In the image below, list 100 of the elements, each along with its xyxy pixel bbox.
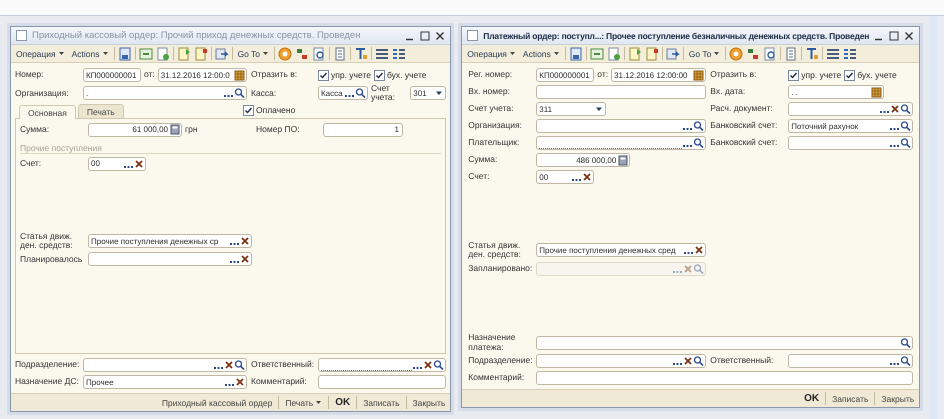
search-icon[interactable] xyxy=(433,359,444,371)
amount-field[interactable]: 486 000,00 xyxy=(536,153,630,167)
search-icon[interactable] xyxy=(234,359,245,371)
toolbar-icon[interactable] xyxy=(375,46,390,60)
toolbar-icon[interactable] xyxy=(194,46,208,60)
text-field[interactable] xyxy=(88,252,252,266)
calculator-icon[interactable] xyxy=(170,124,180,136)
text-field[interactable] xyxy=(536,85,706,99)
date-field[interactable]: 31.12.2016 12:00:00 xyxy=(611,68,706,82)
search-icon[interactable] xyxy=(900,103,912,115)
text-field[interactable] xyxy=(788,354,914,368)
search-icon[interactable] xyxy=(693,120,704,132)
search-icon[interactable] xyxy=(900,137,912,149)
search-icon[interactable] xyxy=(900,120,912,132)
tab[interactable]: Печать xyxy=(78,104,124,118)
text-field[interactable] xyxy=(318,358,446,372)
footer-button[interactable]: Закрыть xyxy=(412,396,446,408)
menu-button[interactable]: Actions xyxy=(70,48,110,60)
toolbar-icon[interactable] xyxy=(784,46,798,60)
text-field[interactable] xyxy=(536,336,914,350)
maximize-icon[interactable] xyxy=(889,30,900,40)
calendar-icon[interactable] xyxy=(871,86,882,98)
calculator-icon[interactable] xyxy=(618,154,628,166)
text-field[interactable]: КП000000001 xyxy=(536,68,594,82)
date-field[interactable]: 31.12.2016 12:00:0 xyxy=(158,68,247,82)
text-field[interactable] xyxy=(536,119,706,133)
toolbar-icon[interactable] xyxy=(606,46,621,60)
checkbox[interactable]: Оплачено xyxy=(243,104,296,116)
text-field[interactable] xyxy=(788,102,914,116)
toolbar-icon[interactable] xyxy=(295,46,310,60)
footer-button[interactable]: Записать xyxy=(362,396,401,408)
toolbar-icon[interactable] xyxy=(392,46,406,60)
search-icon[interactable] xyxy=(900,336,912,349)
text-field[interactable]: Касса xyxy=(318,86,368,100)
date-field[interactable]: . . xyxy=(788,85,884,99)
search-icon[interactable] xyxy=(693,137,704,149)
clear-icon[interactable] xyxy=(240,253,250,266)
calendar-icon[interactable] xyxy=(693,70,704,80)
toolbar-icon[interactable] xyxy=(843,46,858,60)
text-field[interactable] xyxy=(536,136,706,150)
checkbox[interactable]: бух. учете xyxy=(844,70,897,80)
clear-icon[interactable] xyxy=(235,376,245,388)
text-field[interactable] xyxy=(788,136,914,150)
clear-icon[interactable] xyxy=(224,359,234,371)
text-field[interactable]: 00 xyxy=(536,170,594,184)
toolbar-icon[interactable] xyxy=(729,46,744,60)
toolbar-icon[interactable] xyxy=(278,46,292,60)
clear-icon[interactable] xyxy=(134,158,144,170)
ok-button[interactable]: OK xyxy=(334,396,352,409)
toolbar-icon[interactable] xyxy=(826,46,840,60)
clear-icon[interactable] xyxy=(890,103,900,115)
footer-button[interactable]: Закрыть xyxy=(880,392,916,404)
toolbar-icon[interactable] xyxy=(590,46,604,60)
toolbar-icon[interactable] xyxy=(214,46,228,60)
close-icon[interactable] xyxy=(904,30,914,40)
toolbar-icon[interactable] xyxy=(763,46,778,60)
menu-button[interactable]: Go To xyxy=(686,48,722,60)
checkbox[interactable]: бух. учете xyxy=(374,70,427,80)
footer-button[interactable]: Записать xyxy=(831,392,870,404)
toolbar-icon[interactable] xyxy=(644,46,659,60)
menu-button[interactable]: Печать xyxy=(284,396,324,408)
clear-icon[interactable] xyxy=(423,359,434,371)
toolbar-icon[interactable] xyxy=(354,46,368,60)
toolbar-icon[interactable] xyxy=(176,46,190,60)
menu-button[interactable]: Операция xyxy=(465,48,518,60)
toolbar-icon[interactable] xyxy=(333,46,348,60)
toolbar-icon[interactable] xyxy=(118,46,132,60)
dropdown-field[interactable]: 311 xyxy=(536,102,606,116)
search-icon[interactable] xyxy=(693,355,704,367)
toolbar-icon[interactable] xyxy=(746,46,760,60)
number-field[interactable]: 1 xyxy=(323,122,403,137)
text-field[interactable]: . xyxy=(83,86,247,100)
search-icon[interactable] xyxy=(234,87,245,100)
search-icon[interactable] xyxy=(900,355,912,367)
text-field[interactable]: КП000000001 xyxy=(83,68,141,82)
dropdown-field[interactable]: 301 xyxy=(410,86,446,100)
checkbox[interactable]: упр. учете xyxy=(788,70,842,80)
clear-icon[interactable] xyxy=(582,171,592,183)
tab[interactable]: Основная xyxy=(19,104,76,119)
maximize-icon[interactable] xyxy=(420,30,430,40)
clear-icon[interactable] xyxy=(694,244,704,256)
menu-button[interactable]: Операция xyxy=(14,48,67,60)
text-field[interactable] xyxy=(83,358,247,372)
toolbar-icon[interactable] xyxy=(312,46,326,60)
ok-button[interactable]: OK xyxy=(803,392,820,405)
amount-field[interactable]: 61 000,00 xyxy=(88,122,182,137)
toolbar-icon[interactable] xyxy=(666,46,680,60)
menu-button[interactable]: Go To xyxy=(236,48,272,60)
search-icon[interactable] xyxy=(355,87,366,100)
text-field[interactable]: Прочие поступления денежных ср xyxy=(88,234,252,248)
text-field[interactable]: 00 xyxy=(88,156,146,171)
menu-button[interactable]: Actions xyxy=(520,48,562,60)
text-field[interactable] xyxy=(318,375,446,389)
toolbar-icon[interactable] xyxy=(628,46,642,60)
text-field[interactable] xyxy=(536,371,914,385)
toolbar-icon[interactable] xyxy=(156,46,170,60)
text-field[interactable]: Прочие поступления денежных сред xyxy=(536,243,706,258)
calendar-icon[interactable] xyxy=(234,70,245,80)
clear-icon[interactable] xyxy=(683,355,694,367)
toolbar-icon[interactable] xyxy=(568,46,583,60)
